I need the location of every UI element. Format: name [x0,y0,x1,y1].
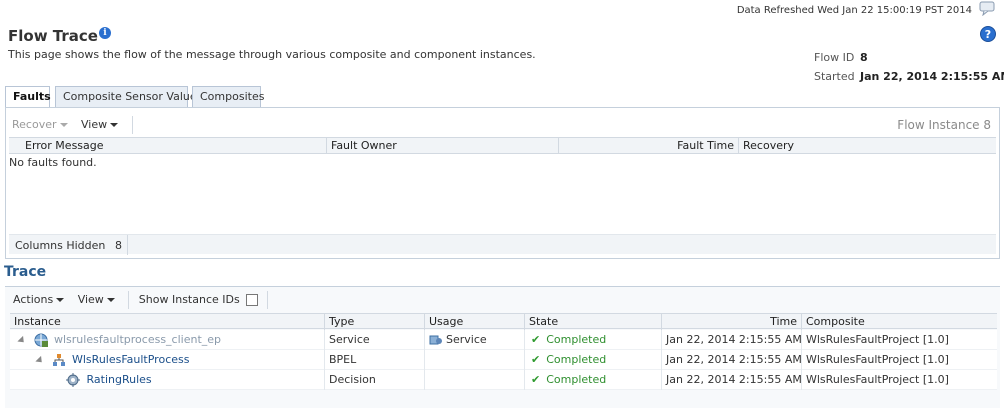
show-instance-ids-label: Show Instance IDs [138,293,240,306]
trace-table-header: Instance Type Usage State Time Composite [10,313,997,330]
toolbar-divider [128,291,130,309]
refresh-icon[interactable] [978,0,998,16]
checkmark-icon: ✔ [531,333,541,346]
page-title-wrap: Flow Trace i [8,27,111,45]
columns-hidden-value: 8 [115,239,122,252]
table-row[interactable]: WlsRulesFaultProcess BPEL ✔ Completed Jan… [10,350,997,370]
composite-cell: WlsRulesFaultProject [1.0] [806,333,949,346]
started-value: Jan 22, 2014 2:15:55 AM [860,70,1004,83]
table-row[interactable]: wlsrulesfaultprocess_client_ep Service S… [10,330,997,350]
time-cell: Jan 22, 2014 2:15:55 AM [662,350,802,370]
tab-faults[interactable]: Faults [5,86,51,108]
usage-cell [425,370,525,390]
col-error-message[interactable]: Error Message [21,138,327,154]
page-description: This page shows the flow of the message … [8,48,536,61]
footer-divider [127,235,128,255]
recover-label: Recover [12,118,57,131]
type-cell: Service [325,330,425,350]
usage-label: Service [446,333,487,346]
instance-link[interactable]: wlsrulesfaultprocess_client_ep [54,333,221,346]
composite-cell: WlsRulesFaultProject [1.0] [806,353,949,366]
state-label: Completed [546,333,607,346]
bpel-process-icon [52,354,65,366]
chevron-down-icon [106,298,115,302]
chevron-down-icon [110,123,119,127]
state-label: Completed [546,353,607,366]
view-label: View [77,293,104,306]
flow-id-value: 8 [860,51,868,64]
faults-panel: Recover View Flow Instance 8 Error Messa… [5,107,1000,259]
trace-title: Trace [4,264,47,280]
col-instance[interactable]: Instance [10,314,325,330]
state-cell: ✔ Completed [525,370,662,390]
recover-menu[interactable]: Recover [12,118,68,131]
faults-table-header: Error Message Fault Owner Fault Time Rec… [9,137,996,154]
show-instance-ids-checkbox[interactable] [245,294,258,306]
col-composite[interactable]: Composite [802,314,992,330]
time-cell: Jan 22, 2014 2:15:55 AM [662,370,802,390]
actions-menu[interactable]: Actions [13,293,65,306]
col-type[interactable]: Type [325,314,425,330]
faults-toolbar: Recover View [12,116,133,134]
expand-arrow-icon[interactable] [17,335,27,345]
checkmark-icon: ✔ [531,353,541,366]
state-label: Completed [546,373,607,386]
faults-footer: Columns Hidden 8 [9,234,996,255]
page-title: Flow Trace [8,27,98,45]
col-recovery[interactable]: Recovery [739,138,819,154]
view-menu[interactable]: View [78,293,115,306]
columns-hidden-label: Columns Hidden [15,239,106,252]
expand-arrow-icon[interactable] [35,355,45,365]
tab-composites[interactable]: Composites [192,86,264,107]
view-menu[interactable]: View [81,118,119,131]
usage-cell [425,350,525,370]
chevron-down-icon [56,298,65,302]
toolbar-divider [267,291,269,309]
tab-composite-sensor-values[interactable]: Composite Sensor Values [55,86,202,107]
instance-link[interactable]: WlsRulesFaultProcess [72,353,189,366]
usage-cell: Service [425,330,525,350]
table-row[interactable]: RatingRules Decision ✔ Completed Jan 22, … [10,370,997,390]
time-cell: Jan 22, 2014 2:15:55 AM [662,330,802,350]
service-usage-icon [429,335,442,345]
col-time[interactable]: Time [662,314,802,330]
type-cell: Decision [325,370,425,390]
type-cell: BPEL [325,350,425,370]
toolbar-divider [131,116,133,134]
flow-id-label: Flow ID [814,51,855,64]
instance-cell: wlsrulesfaultprocess_client_ep [10,330,325,350]
empty-message: No faults found. [9,156,97,169]
checkmark-icon: ✔ [531,373,541,386]
flow-instance-label: Flow Instance 8 [897,118,991,132]
instance-link[interactable]: RatingRules [87,373,152,386]
data-refreshed-text: Data Refreshed Wed Jan 22 15:00:19 PST 2… [736,5,972,16]
trace-toolbar: Actions View Show Instance IDs [13,291,269,309]
instance-cell: RatingRules [10,370,325,390]
composite-cell: WlsRulesFaultProject [1.0] [806,373,949,386]
chevron-down-icon [59,123,68,127]
col-fault-owner[interactable]: Fault Owner [327,138,559,154]
service-globe-icon [34,333,48,347]
state-cell: ✔ Completed [525,350,662,370]
col-usage[interactable]: Usage [425,314,525,330]
instance-cell: WlsRulesFaultProcess [10,350,325,370]
help-icon[interactable]: ? [980,26,996,42]
trace-panel: Actions View Show Instance IDs Instance … [5,286,1000,408]
actions-label: Actions [13,293,54,306]
info-icon[interactable]: i [98,27,111,39]
decision-rules-icon [66,373,80,387]
state-cell: ✔ Completed [525,330,662,350]
col-state[interactable]: State [525,314,662,330]
view-label: View [81,118,108,131]
col-fault-time[interactable]: Fault Time [559,138,739,154]
started-label: Started [814,70,855,83]
